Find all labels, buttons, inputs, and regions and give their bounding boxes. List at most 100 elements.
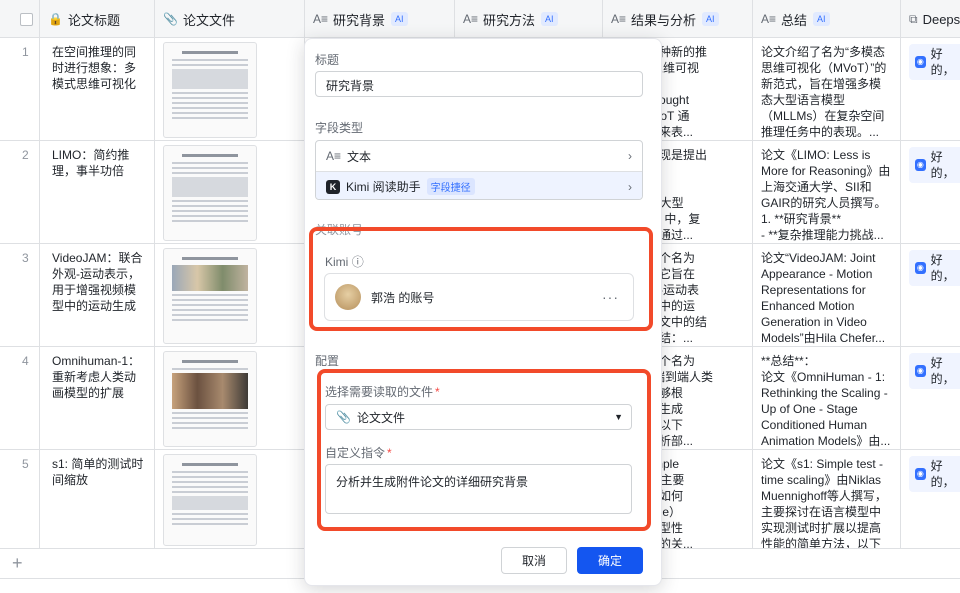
summary-cell[interactable]: 论文《s1: Simple test - time scaling》由Nikla… <box>753 450 901 548</box>
row-number: 1 <box>0 38 40 140</box>
column-header-background[interactable]: A≡ 研究背景 AI <box>305 0 455 38</box>
deepseek-cell[interactable]: ◉ 好的， <box>901 244 960 346</box>
title-cell[interactable]: LIMO：简约推理，事半功倍 <box>40 141 155 243</box>
deepseek-text: 好的， <box>930 253 955 283</box>
title-cell[interactable]: 在空间推理的同时进行想象：多模式思维可视化 <box>40 38 155 140</box>
pdf-thumbnail[interactable] <box>163 42 257 138</box>
summary-cell[interactable]: 论文“VideoJAM: Joint Appearance - Motion R… <box>753 244 901 346</box>
ai-badge: AI <box>541 12 558 26</box>
confirm-button[interactable]: 确定 <box>577 547 643 574</box>
pdf-thumbnail[interactable] <box>163 351 257 447</box>
field-type-text-label: 文本 <box>347 149 372 164</box>
field-settings-dialog: 标题 研究背景 字段类型 A≡ 文本 › K Kimi 阅读助手 字段捷径 › … <box>304 38 662 586</box>
chevron-right-icon: › <box>628 179 632 194</box>
table-header: 🔒 论文标题 📎 论文文件 A≡ 研究背景 AI A≡ 研究方法 AI A≡ 结… <box>0 0 960 38</box>
required-mark: * <box>435 385 440 399</box>
field-type-kimi-label: Kimi 阅读助手 <box>346 180 421 194</box>
pdf-thumbnail[interactable] <box>163 248 257 344</box>
ai-text-icon: A≡ <box>313 12 329 26</box>
ai-badge: AI <box>391 12 408 26</box>
account-card[interactable]: 郭浩 的账号 ··· <box>324 273 634 321</box>
more-options-icon[interactable]: ··· <box>602 289 619 305</box>
column-header-deepseek[interactable]: ⧉ Deepse <box>901 0 960 38</box>
custom-instruction-textarea[interactable]: 分析并生成附件论文的详细研究背景 <box>325 464 632 514</box>
column-header-label: 总结 <box>781 12 808 28</box>
field-shortcut-chip: 字段捷径 <box>426 178 475 195</box>
column-header-title[interactable]: 🔒 论文标题 <box>40 0 155 38</box>
custom-instruction-label: 自定义指令 * <box>325 444 392 461</box>
dropdown-caret-icon: ▼ <box>614 412 623 422</box>
deepseek-cell[interactable]: ◉ 好的， <box>901 141 960 243</box>
file-cell[interactable] <box>155 244 305 346</box>
column-header-label: Deepse <box>922 11 960 27</box>
deepseek-text: 好的， <box>930 459 955 489</box>
row-number: 2 <box>0 141 40 243</box>
deepseek-icon: ◉ <box>915 468 926 480</box>
deepseek-tag: ◉ 好的， <box>909 456 960 492</box>
cancel-button[interactable]: 取消 <box>501 547 567 574</box>
column-header-results[interactable]: A≡ 结果与分析 AI <box>603 0 753 38</box>
select-all-checkbox[interactable] <box>20 12 33 26</box>
title-input[interactable]: 研究背景 <box>315 71 643 97</box>
chevron-right-icon: › <box>628 149 632 163</box>
field-type-kimi-option[interactable]: K Kimi 阅读助手 字段捷径 › <box>316 171 642 199</box>
ai-text-icon: A≡ <box>611 12 627 26</box>
kimi-label: Kimi ⓘ <box>325 253 364 270</box>
column-header-summary[interactable]: A≡ 总结 AI <box>753 0 901 38</box>
config-label: 配置 <box>315 354 340 368</box>
title-cell[interactable]: s1: 简单的测试时间缩放 <box>40 450 155 548</box>
deepseek-icon: ◉ <box>915 56 926 68</box>
file-cell[interactable] <box>155 141 305 243</box>
ai-badge: AI <box>702 12 719 26</box>
column-header-label: 结果与分析 <box>631 12 697 28</box>
deepseek-tag: ◉ 好的， <box>909 353 960 389</box>
column-header-label: 研究背景 <box>333 12 386 28</box>
ai-text-icon: A≡ <box>761 12 777 26</box>
info-icon: ⓘ <box>351 255 364 269</box>
row-number: 5 <box>0 450 40 548</box>
deepseek-tag: ◉ 好的， <box>909 44 960 80</box>
column-header-label: 论文标题 <box>67 12 120 28</box>
deepseek-icon: ◉ <box>915 159 926 171</box>
file-cell[interactable] <box>155 38 305 140</box>
deepseek-cell[interactable]: ◉ 好的， <box>901 450 960 548</box>
kimi-logo-icon: K <box>326 179 340 194</box>
file-select-dropdown[interactable]: 📎 论文文件 ▼ <box>325 404 632 430</box>
column-header-label: 研究方法 <box>483 12 536 28</box>
column-header-label: 论文文件 <box>182 12 235 28</box>
lock-text-icon: 🔒 <box>48 12 63 26</box>
text-type-icon: A≡ <box>326 149 342 163</box>
summary-cell[interactable]: 论文《LIMO: Less is More for Reasoning》由上海交… <box>753 141 901 243</box>
link-icon: ⧉ <box>909 11 918 26</box>
summary-cell[interactable]: **总结**： 论文《OmniHuman - 1: Rethinking the… <box>753 347 901 449</box>
select-all-cell[interactable] <box>0 0 40 38</box>
deepseek-icon: ◉ <box>915 365 926 377</box>
deepseek-cell[interactable]: ◉ 好的， <box>901 38 960 140</box>
pdf-thumbnail[interactable] <box>163 454 257 546</box>
file-cell[interactable] <box>155 450 305 548</box>
field-type-selector: A≡ 文本 › K Kimi 阅读助手 字段捷径 › <box>315 140 643 200</box>
summary-cell[interactable]: 论文介绍了名为“多模态思维可视化（MVoT）”的新范式，旨在增强多模态大型语言模… <box>753 38 901 140</box>
file-select-label-text: 选择需要读取的文件 <box>325 385 434 399</box>
file-cell[interactable] <box>155 347 305 449</box>
row-number: 4 <box>0 347 40 449</box>
add-row-plus-icon[interactable]: + <box>12 553 23 574</box>
avatar <box>335 284 361 310</box>
deepseek-tag: ◉ 好的， <box>909 250 960 286</box>
deepseek-text: 好的， <box>930 356 955 386</box>
field-type-label: 字段类型 <box>315 121 364 135</box>
title-cell[interactable]: Omnihuman-1：重新考虑人类动画模型的扩展 <box>40 347 155 449</box>
column-header-method[interactable]: A≡ 研究方法 AI <box>455 0 603 38</box>
ai-badge: AI <box>813 12 830 26</box>
kimi-label-text: Kimi <box>325 255 349 269</box>
file-select-value: 论文文件 <box>356 410 405 425</box>
column-header-file[interactable]: 📎 论文文件 <box>155 0 305 38</box>
deepseek-cell[interactable]: ◉ 好的， <box>901 347 960 449</box>
field-type-text-option[interactable]: A≡ 文本 › <box>316 141 642 171</box>
deepseek-icon: ◉ <box>915 262 926 274</box>
custom-instruction-label-text: 自定义指令 <box>325 446 386 460</box>
pdf-thumbnail[interactable] <box>163 145 257 241</box>
deepseek-text: 好的， <box>930 150 955 180</box>
title-cell[interactable]: VideoJAM：联合外观-运动表示，用于增强视频模型中的运动生成 <box>40 244 155 346</box>
required-mark: * <box>387 446 392 460</box>
